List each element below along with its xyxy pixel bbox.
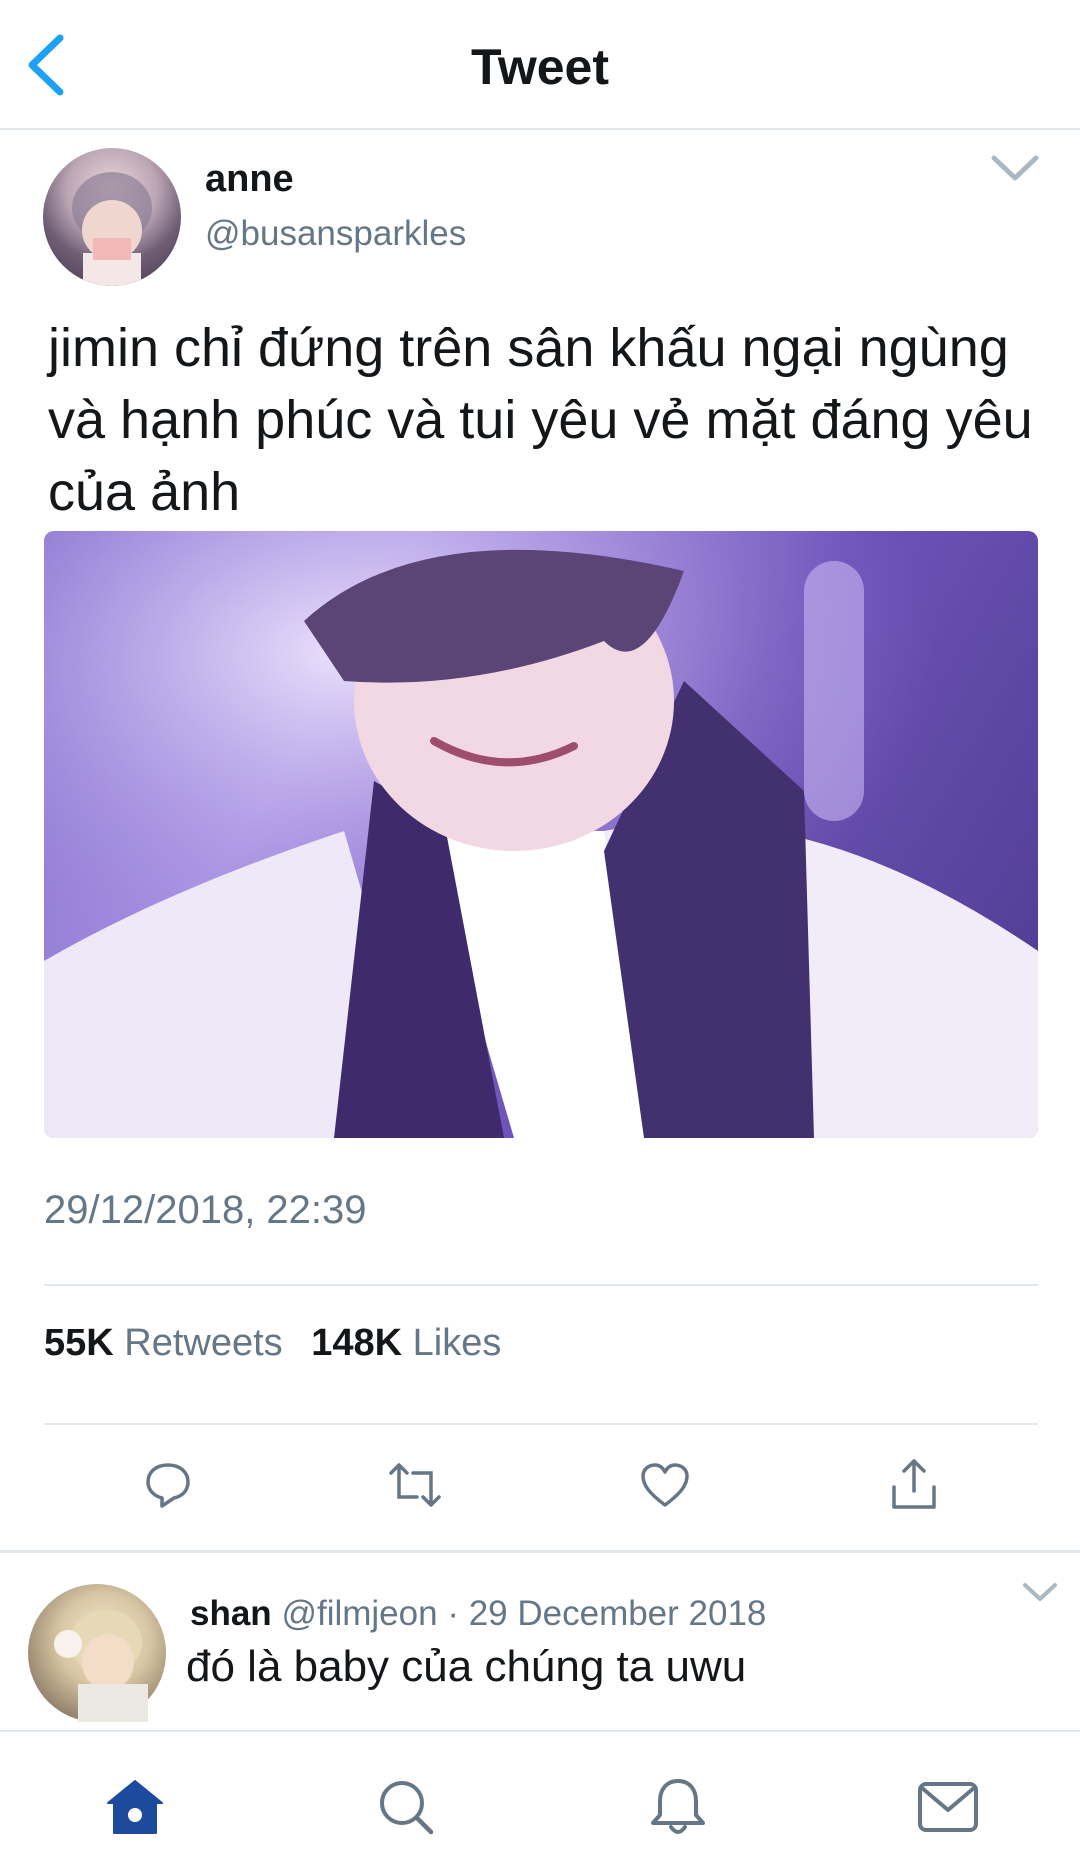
retweet-icon bbox=[389, 1463, 441, 1507]
like-button[interactable] bbox=[635, 1455, 695, 1515]
notifications-icon bbox=[651, 1779, 705, 1834]
retweet-button[interactable] bbox=[385, 1455, 445, 1515]
reply-date: 29 December 2018 bbox=[468, 1594, 767, 1633]
reply-author-handle[interactable]: @filmjeon bbox=[281, 1594, 437, 1633]
likes-label[interactable]: Likes bbox=[413, 1322, 502, 1364]
tweet-timestamp: 29/12/2018, 22:39 bbox=[44, 1188, 367, 1232]
chevron-down-icon bbox=[1023, 1583, 1057, 1601]
tweet-menu-button[interactable] bbox=[990, 152, 1040, 186]
divider bbox=[44, 1423, 1038, 1425]
retweets-count[interactable]: 55K bbox=[44, 1322, 114, 1364]
tweet-text: jimin chỉ đứng trên sân khấu ngại ngùng … bbox=[48, 318, 1033, 522]
search-icon bbox=[380, 1781, 434, 1835]
top-header: Tweet bbox=[0, 0, 1080, 130]
tab-search[interactable] bbox=[371, 1772, 441, 1842]
reply-icon bbox=[146, 1463, 190, 1508]
section-separator bbox=[0, 1550, 1080, 1553]
avatar-photo bbox=[54, 1610, 148, 1724]
messages-icon bbox=[918, 1782, 978, 1832]
likes-count[interactable]: 148K bbox=[311, 1322, 402, 1364]
divider bbox=[44, 1284, 1038, 1286]
home-icon bbox=[107, 1780, 163, 1834]
author-avatar[interactable] bbox=[43, 148, 181, 286]
engagement-stats: 55K Retweets 148K Likes bbox=[44, 1322, 519, 1365]
reply-menu-button[interactable] bbox=[1022, 1580, 1058, 1604]
bottom-tab-bar bbox=[0, 1730, 1080, 1865]
reply-text: đó là baby của chúng ta uwu bbox=[186, 1642, 747, 1691]
reply-header: shan @filmjeon · 29 December 2018 bbox=[190, 1594, 766, 1634]
chevron-down-icon bbox=[991, 155, 1039, 181]
heart-icon bbox=[641, 1463, 689, 1507]
share-button[interactable] bbox=[884, 1455, 944, 1515]
tab-notifications[interactable] bbox=[643, 1772, 713, 1842]
retweets-label[interactable]: Retweets bbox=[124, 1322, 282, 1364]
reply-author-avatar[interactable] bbox=[28, 1584, 166, 1724]
author-display-name[interactable]: anne bbox=[205, 158, 294, 201]
stage-photo bbox=[44, 531, 1038, 1138]
tab-home[interactable] bbox=[100, 1772, 170, 1842]
reply-author-name[interactable]: shan bbox=[190, 1594, 272, 1633]
share-icon bbox=[892, 1459, 936, 1509]
tab-messages[interactable] bbox=[913, 1772, 983, 1842]
reply-separator: · bbox=[447, 1594, 459, 1633]
reply-button[interactable] bbox=[138, 1455, 198, 1515]
tweet-photo[interactable] bbox=[44, 531, 1038, 1138]
avatar-photo bbox=[72, 172, 152, 286]
page-title: Tweet bbox=[471, 39, 609, 95]
author-handle[interactable]: @busansparkles bbox=[205, 214, 466, 254]
